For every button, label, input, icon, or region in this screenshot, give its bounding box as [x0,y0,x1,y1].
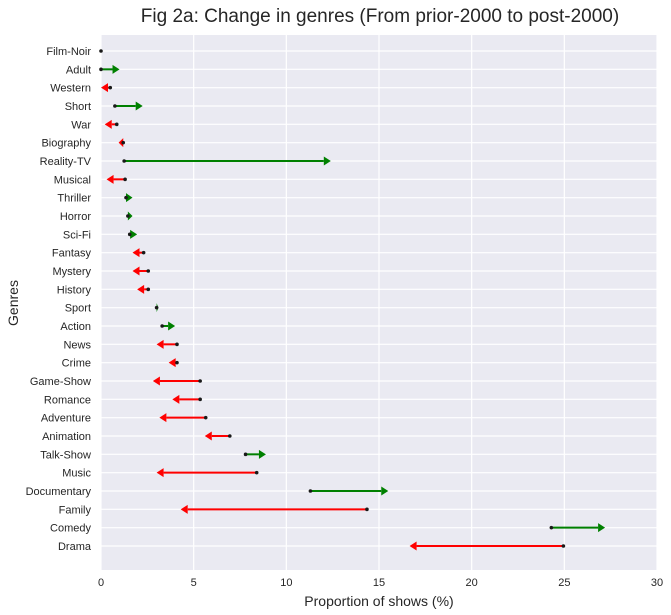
x-tick-label: 0 [98,577,104,589]
y-axis-label: Genres [5,280,21,326]
prior-2000-point [228,434,232,438]
prior-2000-point [308,489,313,493]
y-tick-label: Crime [62,358,91,370]
prior-2000-point [175,360,179,365]
y-tick-label: Romance [44,394,91,406]
y-tick-label: Talk-Show [40,449,91,461]
x-tick-label: 15 [373,577,385,589]
prior-2000-point [141,250,146,255]
x-tick-label: 30 [651,577,663,589]
prior-2000-point [154,305,159,310]
x-tick-label: 5 [191,577,197,589]
prior-2000-point [99,49,103,53]
prior-2000-point [561,544,566,548]
y-tick-label: Comedy [50,523,91,535]
prior-2000-point [365,507,369,512]
prior-2000-point [160,324,164,328]
prior-2000-point [122,159,126,163]
prior-2000-point [126,214,130,218]
y-tick-label: Adult [66,64,91,76]
x-tick-labels: 0 5 10 15 20 25 30 [98,577,663,589]
y-tick-label: Reality-TV [40,156,92,168]
dumbbell-chart: Fig 2a: Change in genres (From prior-200… [5,6,663,609]
y-tick-label: Animation [42,431,91,443]
y-tick-label: Short [65,101,91,113]
y-tick-label: Music [62,468,91,480]
prior-2000-point [113,104,117,108]
y-tick-label: War [71,119,91,131]
y-tick-label: Biography [41,138,91,150]
prior-2000-point [549,525,554,530]
y-tick-label: Sport [65,303,91,315]
x-tick-label: 20 [466,577,478,589]
prior-2000-point [254,470,259,475]
y-tick-label: Horror [60,211,92,223]
prior-2000-point [243,452,248,457]
prior-2000-point [123,177,127,182]
y-tick-label: Fantasy [52,248,92,260]
prior-2000-point [146,269,151,273]
prior-2000-point [108,85,113,90]
y-tick-label: News [63,339,91,351]
y-tick-label: Family [59,504,92,516]
prior-2000-point [124,195,128,200]
prior-2000-point [114,122,119,127]
y-tick-label: Action [60,321,91,333]
prior-2000-point [99,67,103,72]
prior-2000-point [121,140,126,145]
chart-title: Fig 2a: Change in genres (From prior-200… [141,6,619,27]
prior-2000-point [175,342,179,347]
x-tick-label: 25 [558,577,570,589]
x-axis-label: Proportion of shows (%) [304,593,453,609]
prior-2000-point [198,379,202,383]
y-tick-label: Documentary [26,486,92,498]
x-tick-label: 10 [280,577,292,589]
y-tick-label: History [57,284,92,296]
y-tick-label: Western [50,83,91,95]
y-tick-label: Mystery [53,266,92,278]
prior-2000-point [198,397,202,402]
y-tick-label: Thriller [57,193,91,205]
y-tick-label: Sci-Fi [63,229,91,241]
y-tick-label: Musical [54,174,91,186]
y-tick-label: Drama [58,541,92,553]
y-tick-label: Game-Show [30,376,91,388]
prior-2000-point [203,415,208,420]
y-tick-labels: Film-Noir Adult Western Short War Biography Re… [26,46,92,553]
prior-2000-point [146,287,151,292]
prior-2000-point [127,232,132,237]
y-tick-label: Adventure [41,413,91,425]
y-tick-label: Film-Noir [46,46,91,58]
